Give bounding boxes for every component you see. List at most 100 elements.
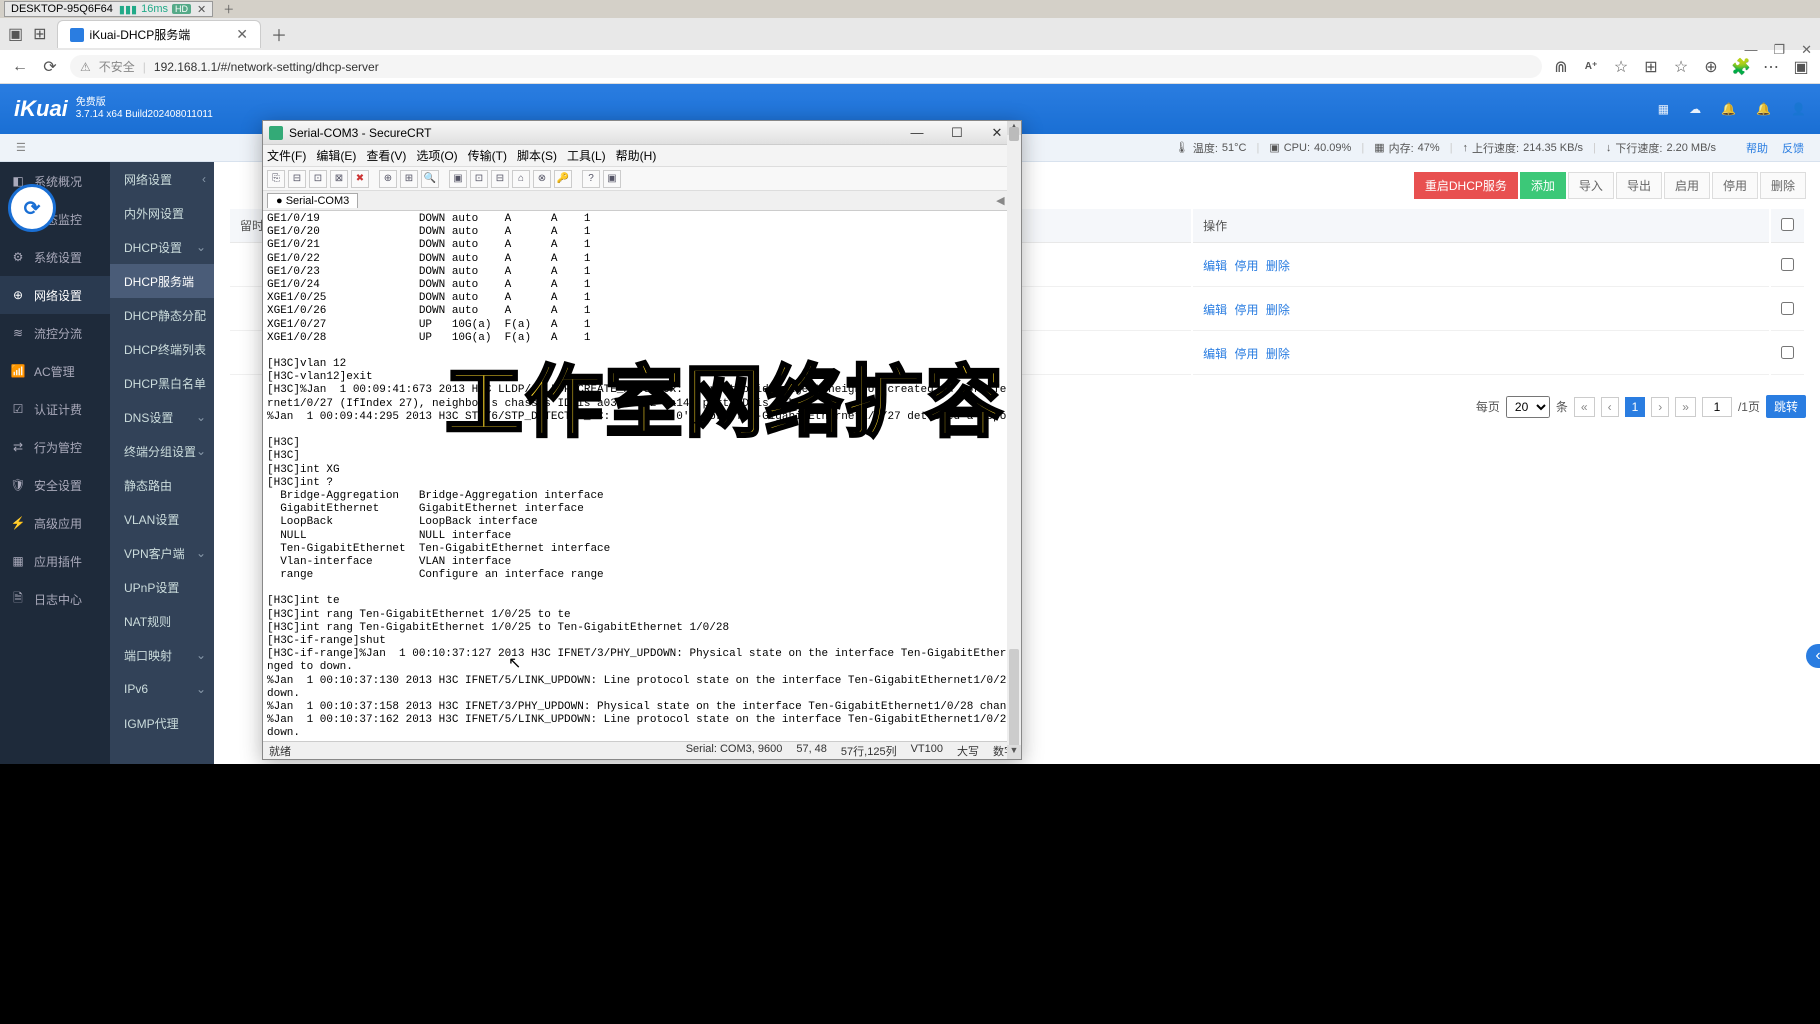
- reader-icon[interactable]: A⁺: [1582, 58, 1600, 76]
- crt-tool-icon[interactable]: ⊞: [400, 170, 418, 188]
- row-checkbox[interactable]: [1781, 346, 1794, 359]
- submenu-item[interactable]: DHCP黑白名单: [110, 366, 214, 400]
- crt-tool-icon[interactable]: ?: [582, 170, 600, 188]
- stop-link[interactable]: 停用: [1234, 347, 1258, 361]
- sidebar-item[interactable]: 🛡安全设置: [0, 466, 110, 504]
- menu-icon[interactable]: ☰: [16, 141, 26, 154]
- submenu-item[interactable]: VPN客户端⌄: [110, 536, 214, 570]
- collections-icon[interactable]: ⊞: [1642, 58, 1660, 76]
- new-browser-tab-icon[interactable]: ＋: [271, 22, 287, 46]
- crt-minimize-button[interactable]: —: [899, 123, 935, 143]
- submenu-item[interactable]: IPv6⌄: [110, 672, 214, 706]
- feedback-link[interactable]: 反馈: [1782, 140, 1804, 156]
- notify-icon[interactable]: 🔔: [1721, 102, 1736, 116]
- extensions-icon[interactable]: ⊕: [1702, 58, 1720, 76]
- delete-link[interactable]: 删除: [1266, 347, 1290, 361]
- next-page-button[interactable]: ›: [1651, 397, 1669, 417]
- sidebar-item[interactable]: 📶AC管理: [0, 352, 110, 390]
- first-page-button[interactable]: «: [1574, 397, 1595, 417]
- submenu-item[interactable]: 内外网设置: [110, 196, 214, 230]
- sidebar-item[interactable]: ▦应用插件: [0, 542, 110, 580]
- grid-icon[interactable]: ▦: [1658, 102, 1669, 116]
- crt-tool-icon[interactable]: 🔍: [421, 170, 439, 188]
- refresh-button[interactable]: ⟳: [40, 57, 60, 77]
- crt-terminal-output[interactable]: GE1/0/19 DOWN auto A A 1 GE1/0/20 DOWN a…: [263, 211, 1021, 741]
- cloud-icon[interactable]: ☁: [1689, 102, 1701, 116]
- crt-tool-icon[interactable]: ⊟: [288, 170, 306, 188]
- window-close-icon[interactable]: ✕: [1801, 42, 1812, 58]
- prev-page-button[interactable]: ‹: [1601, 397, 1619, 417]
- new-tab-icon[interactable]: ＋: [223, 1, 234, 17]
- crt-tool-icon[interactable]: ⊟: [491, 170, 509, 188]
- last-page-button[interactable]: »: [1675, 397, 1696, 417]
- crt-menu-item[interactable]: 查看(V): [366, 147, 406, 164]
- crt-tool-icon[interactable]: ⊡: [309, 170, 327, 188]
- browser-tab-active[interactable]: iKuai-DHCP服务端 ✕: [57, 20, 261, 48]
- delete-button[interactable]: 删除: [1760, 172, 1806, 199]
- perpage-select[interactable]: 20: [1506, 396, 1550, 418]
- submenu-item[interactable]: IGMP代理: [110, 706, 214, 740]
- puzzle-icon[interactable]: 🧩: [1732, 58, 1750, 76]
- submenu-item[interactable]: 端口映射⌄: [110, 638, 214, 672]
- translate-icon[interactable]: ☆: [1612, 58, 1630, 76]
- back-button[interactable]: ←: [10, 57, 30, 77]
- crt-tool-icon[interactable]: ⊗: [533, 170, 551, 188]
- submenu-item[interactable]: UPnP设置: [110, 570, 214, 604]
- sidebar-item[interactable]: 🗎日志中心: [0, 580, 110, 618]
- close-icon[interactable]: ✕: [197, 3, 206, 16]
- crt-menu-item[interactable]: 文件(F): [267, 147, 306, 164]
- import-button[interactable]: 导入: [1568, 172, 1614, 199]
- crt-menu-item[interactable]: 编辑(E): [316, 147, 356, 164]
- window-minimize-icon[interactable]: —: [1744, 42, 1757, 58]
- row-checkbox[interactable]: [1781, 258, 1794, 271]
- window-maximize-icon[interactable]: ❐: [1773, 42, 1785, 58]
- crt-tool-icon[interactable]: ✖: [351, 170, 369, 188]
- edit-link[interactable]: 编辑: [1203, 347, 1227, 361]
- row-checkbox[interactable]: [1781, 302, 1794, 315]
- stop-link[interactable]: 停用: [1234, 259, 1258, 273]
- edit-link[interactable]: 编辑: [1203, 303, 1227, 317]
- crt-menu-item[interactable]: 传输(T): [468, 147, 507, 164]
- crt-tool-icon[interactable]: ▣: [449, 170, 467, 188]
- stop-link[interactable]: 停用: [1234, 303, 1258, 317]
- submenu-item[interactable]: DNS设置⌄: [110, 400, 214, 434]
- crt-tool-icon[interactable]: ⌂: [512, 170, 530, 188]
- page-input[interactable]: [1702, 397, 1732, 417]
- export-button[interactable]: 导出: [1616, 172, 1662, 199]
- desktop-tab[interactable]: DESKTOP-95Q6F64 ▮▮▮ 16ms HD ✕: [4, 1, 213, 17]
- favorites-icon[interactable]: ☆: [1672, 58, 1690, 76]
- sidebar-item[interactable]: ⚙系统设置: [0, 238, 110, 276]
- crt-tab-nav-left[interactable]: ◀: [996, 194, 1004, 207]
- tabs-icon[interactable]: ⊞: [33, 24, 46, 44]
- url-field[interactable]: ⚠ 不安全 | 192.168.1.1/#/network-setting/dh…: [70, 55, 1542, 78]
- jump-button[interactable]: 跳转: [1766, 395, 1806, 418]
- add-button[interactable]: 添加: [1520, 172, 1566, 199]
- submenu-item[interactable]: DHCP终端列表: [110, 332, 214, 366]
- edit-link[interactable]: 编辑: [1203, 259, 1227, 273]
- crt-titlebar[interactable]: Serial-COM3 - SecureCRT — ☐ ✕: [263, 121, 1021, 145]
- restart-button[interactable]: 重启DHCP服务: [1414, 172, 1518, 199]
- crt-maximize-button[interactable]: ☐: [939, 123, 975, 143]
- user-icon[interactable]: 👤: [1791, 102, 1806, 116]
- crt-tool-icon[interactable]: ⊡: [470, 170, 488, 188]
- submenu-item[interactable]: NAT规则: [110, 604, 214, 638]
- sidebar-item[interactable]: ⚡高级应用: [0, 504, 110, 542]
- crt-menu-item[interactable]: 工具(L): [567, 147, 606, 164]
- alarm-icon[interactable]: 🔔: [1756, 102, 1771, 116]
- submenu-item[interactable]: DHCP设置⌄: [110, 230, 214, 264]
- submenu-item[interactable]: VLAN设置: [110, 502, 214, 536]
- submenu-item[interactable]: DHCP服务端: [110, 264, 214, 298]
- crt-menu-item[interactable]: 选项(O): [416, 147, 457, 164]
- submenu-item[interactable]: 终端分组设置⌄: [110, 434, 214, 468]
- crt-tool-icon[interactable]: ⊠: [330, 170, 348, 188]
- crt-menu-item[interactable]: 脚本(S): [517, 147, 557, 164]
- split-icon[interactable]: ▣: [1792, 58, 1810, 76]
- crt-session-tab[interactable]: ● Serial-COM3: [267, 193, 358, 208]
- crt-menu-item[interactable]: 帮助(H): [616, 147, 657, 164]
- sidebar-item[interactable]: ☑认证计费: [0, 390, 110, 428]
- tab-close-icon[interactable]: ✕: [236, 26, 248, 43]
- sidebar-item[interactable]: ≋流控分流: [0, 314, 110, 352]
- help-link[interactable]: 帮助: [1746, 140, 1768, 156]
- crt-scrollbar[interactable]: ▲ ▼: [1007, 121, 1021, 759]
- submenu-item[interactable]: 网络设置‹: [110, 162, 214, 196]
